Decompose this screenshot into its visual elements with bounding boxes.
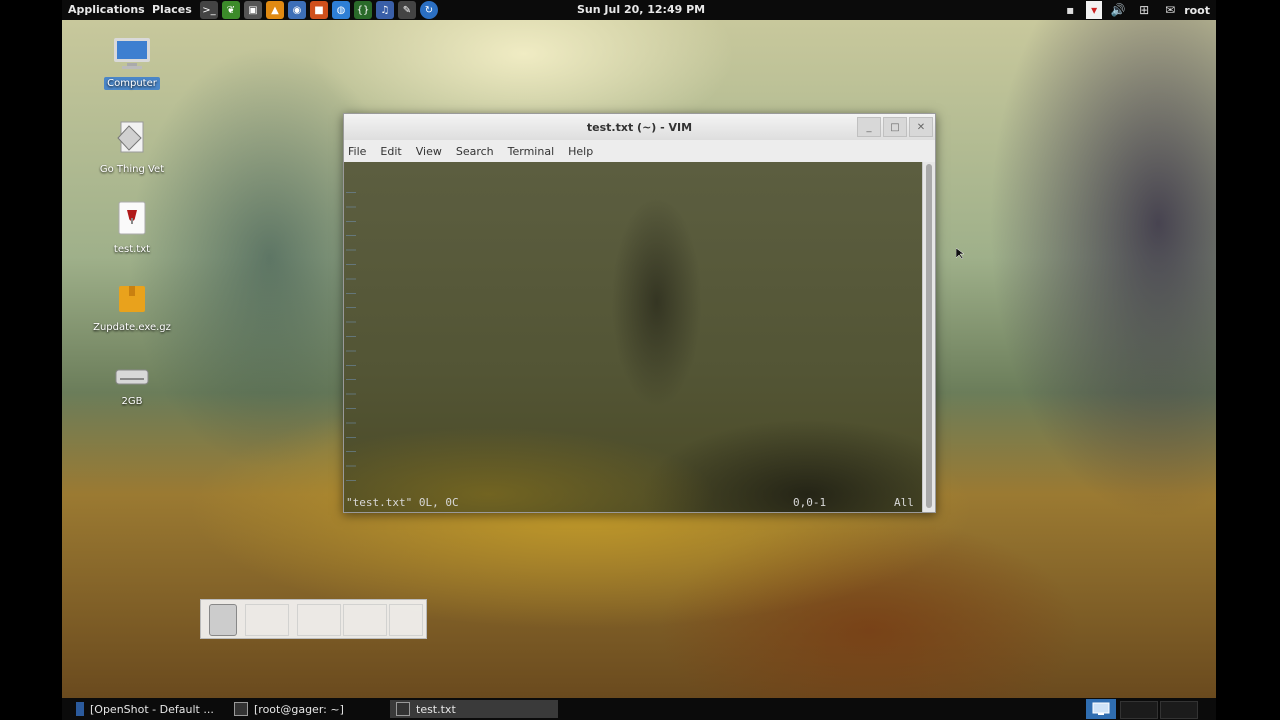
archive-icon bbox=[87, 282, 177, 317]
script-file-icon bbox=[87, 120, 177, 159]
system-tray: ▪ ▾ 🔊 ⊞ ✉ root bbox=[1054, 0, 1216, 20]
drive-icon bbox=[87, 366, 177, 391]
openshot-icon bbox=[76, 702, 84, 716]
taskbar-item-label: [OpenShot - Default ... bbox=[90, 702, 214, 716]
places-menu[interactable]: Places bbox=[152, 3, 192, 16]
workspace-switcher-popup bbox=[200, 599, 427, 639]
update-icon[interactable]: ↻ bbox=[420, 1, 438, 19]
vim-editor[interactable]: "test.txt" 0L, 0C 0,0-1 All bbox=[344, 162, 923, 512]
leaf-icon[interactable]: ❦ bbox=[222, 1, 240, 19]
vlc-cone-icon[interactable]: ▲ bbox=[266, 1, 284, 19]
package-icon[interactable]: ■ bbox=[310, 1, 328, 19]
status-cursor-position: 0,0-1 bbox=[793, 496, 827, 509]
desktop-icon-label: Zupdate.exe.gz bbox=[93, 322, 171, 333]
browser-icon[interactable]: ◉ bbox=[288, 1, 306, 19]
taskbar-item-label: test.txt bbox=[416, 702, 456, 716]
workspace-thumbnail[interactable] bbox=[343, 604, 387, 636]
applications-menu[interactable]: Applications bbox=[68, 3, 145, 16]
workspace-1[interactable] bbox=[1120, 701, 1158, 719]
computer-icon bbox=[87, 36, 177, 73]
desktop-icon-text-file[interactable]: test.txt bbox=[87, 200, 177, 256]
desktop-icon-archive[interactable]: Zupdate.exe.gz bbox=[87, 282, 177, 334]
bottom-panel: [OpenShot - Default ... [root@gager: ~] … bbox=[62, 698, 1216, 720]
taskbar-item-terminal[interactable]: [root@gager: ~] bbox=[234, 700, 384, 718]
taskbar-item-label: [root@gager: ~] bbox=[254, 702, 344, 716]
clock[interactable]: Sun Jul 20, 12:49 PM bbox=[577, 3, 705, 16]
chat-icon[interactable]: ✉ bbox=[1160, 1, 1180, 19]
desktop-icon-label: 2GB bbox=[121, 396, 143, 407]
terminal-icon bbox=[234, 702, 248, 716]
minimize-icon[interactable]: _ bbox=[857, 117, 881, 137]
menu-file[interactable]: File bbox=[348, 143, 366, 160]
menu-terminal[interactable]: Terminal bbox=[508, 143, 555, 160]
menu-view[interactable]: View bbox=[416, 143, 442, 160]
window-titlebar[interactable]: test.txt (~) - VIM _ □ ✕ bbox=[344, 114, 935, 140]
workspace-2[interactable] bbox=[1160, 701, 1198, 719]
volume-icon[interactable]: 🔊 bbox=[1108, 1, 1128, 19]
pen-tool-icon[interactable]: ✎ bbox=[398, 1, 416, 19]
window-list-icon[interactable]: ▪ bbox=[1060, 1, 1080, 19]
music-note-icon[interactable]: ♫ bbox=[376, 1, 394, 19]
mouse-cursor bbox=[955, 247, 965, 263]
desktop-icon-label: Go Thing Vet bbox=[99, 164, 165, 175]
workspace-thumbnail[interactable] bbox=[245, 604, 289, 636]
notification-icon[interactable]: ▾ bbox=[1086, 1, 1103, 19]
launcher-bar: >_ ❦ ▣ ▲ ◉ ■ ◍ {} ♫ ✎ ↻ bbox=[200, 1, 438, 19]
taskbar-item-vim[interactable]: test.txt bbox=[390, 700, 558, 718]
workspace-thumbnail[interactable] bbox=[297, 604, 341, 636]
close-icon[interactable]: ✕ bbox=[909, 117, 933, 137]
terminal-icon bbox=[396, 702, 410, 716]
scrollbar-thumb[interactable] bbox=[926, 164, 932, 508]
desktop-icon-computer[interactable]: Computer bbox=[87, 36, 177, 90]
chrome-icon[interactable]: ◍ bbox=[332, 1, 350, 19]
window-controls: _ □ ✕ bbox=[855, 117, 933, 137]
terminal-window-icon bbox=[209, 604, 237, 636]
status-file-info: "test.txt" 0L, 0C bbox=[346, 496, 459, 509]
code-braces-icon[interactable]: {} bbox=[354, 1, 372, 19]
vim-window: test.txt (~) - VIM _ □ ✕ File Edit View … bbox=[343, 113, 936, 513]
network-icon[interactable]: ⊞ bbox=[1134, 1, 1154, 19]
status-scroll-indicator: All bbox=[894, 496, 914, 509]
vim-status-line: "test.txt" 0L, 0C 0,0-1 All bbox=[346, 496, 923, 510]
maximize-icon[interactable]: □ bbox=[883, 117, 907, 137]
desktop-icon-drive[interactable]: 2GB bbox=[87, 366, 177, 408]
show-desktop-icon[interactable] bbox=[1086, 699, 1116, 719]
window-title: test.txt (~) - VIM bbox=[586, 121, 693, 134]
workspace-thumbnail[interactable] bbox=[389, 604, 423, 636]
text-file-icon bbox=[87, 200, 177, 239]
desktop-icon-label: test.txt bbox=[113, 244, 151, 255]
desktop-icon-script[interactable]: Go Thing Vet bbox=[87, 120, 177, 176]
empty-line-markers bbox=[346, 180, 356, 490]
menubar: File Edit View Search Terminal Help bbox=[344, 140, 935, 162]
user-menu[interactable]: root bbox=[1184, 4, 1210, 17]
menu-help[interactable]: Help bbox=[568, 143, 593, 160]
menu-search[interactable]: Search bbox=[456, 143, 494, 160]
desktop-icon-label: Computer bbox=[104, 77, 160, 90]
menu-edit[interactable]: Edit bbox=[380, 143, 401, 160]
terminal-icon[interactable]: >_ bbox=[200, 1, 218, 19]
top-panel: Applications Places >_ ❦ ▣ ▲ ◉ ■ ◍ {} ♫ … bbox=[62, 0, 1216, 20]
taskbar-item-openshot[interactable]: [OpenShot - Default ... bbox=[76, 700, 226, 718]
vertical-scrollbar[interactable] bbox=[922, 162, 935, 512]
window-icon[interactable]: ▣ bbox=[244, 1, 262, 19]
